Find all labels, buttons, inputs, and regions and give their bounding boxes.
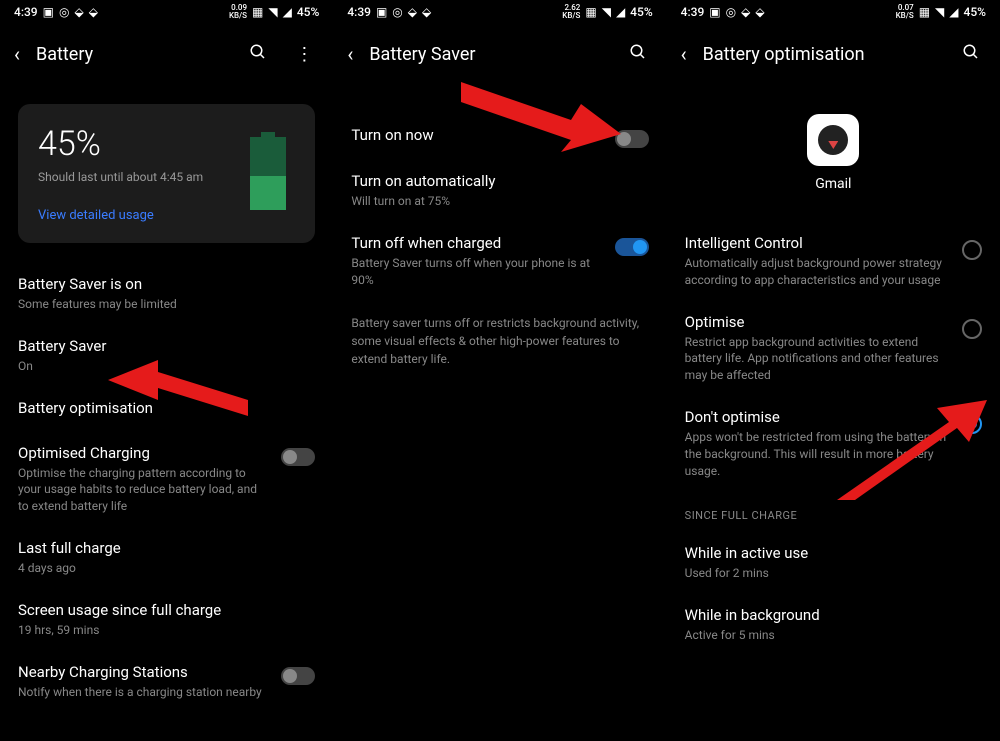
- intelligent-control-option[interactable]: Intelligent Control Automatically adjust…: [685, 222, 982, 301]
- header: ‹ Battery optimisation: [667, 24, 1000, 84]
- turn-on-auto-item[interactable]: Turn on automatically Will turn on at 75…: [351, 160, 648, 222]
- data-speed: 0.09KB/S: [229, 4, 247, 20]
- wifi-icon: ◥: [602, 5, 611, 19]
- instagram-icon: ◎: [59, 5, 69, 19]
- search-icon[interactable]: [243, 43, 273, 66]
- status-app-icon: ▣: [376, 5, 387, 19]
- notif-icon: ⬙: [422, 5, 431, 19]
- signal-icon: ◢: [616, 5, 625, 19]
- back-icon[interactable]: ‹: [347, 42, 353, 66]
- status-bar: 4:39 ▣ ◎ ⬙ ⬙ 2.62KB/S ▦ ◥ ◢ 45%: [333, 0, 666, 24]
- view-detailed-usage-link[interactable]: View detailed usage: [38, 208, 295, 223]
- screen-battery-optimisation: 4:39 ▣ ◎ ⬙ ⬙ 0.07KB/S ▦ ◥ ◢ 45% ‹ Batter…: [667, 0, 1000, 741]
- status-app-icon: ▣: [43, 5, 54, 19]
- notif-icon: ⬙: [741, 5, 750, 19]
- page-title: Battery: [36, 44, 227, 65]
- instagram-icon: ◎: [392, 5, 402, 19]
- notif-icon: ⬙: [89, 5, 98, 19]
- optimise-radio[interactable]: [962, 319, 982, 339]
- screen-battery-saver: 4:39 ▣ ◎ ⬙ ⬙ 2.62KB/S ▦ ◥ ◢ 45% ‹ Batter…: [333, 0, 666, 741]
- app-header: Gmail: [667, 84, 1000, 222]
- search-icon[interactable]: [956, 43, 986, 66]
- data-speed: 2.62KB/S: [562, 4, 580, 20]
- battery-saver-description: Battery saver turns off or restricts bac…: [351, 300, 648, 382]
- status-time: 4:39: [14, 5, 38, 19]
- battery-saver-status: Battery Saver is on Some features may be…: [18, 263, 315, 325]
- battery-summary-card[interactable]: 45% Should last until about 4:45 am View…: [18, 104, 315, 243]
- wifi-icon: ◥: [268, 5, 277, 19]
- turn-off-charged-item[interactable]: Turn off when charged Battery Saver turn…: [351, 222, 648, 301]
- back-icon[interactable]: ‹: [681, 42, 687, 66]
- back-icon[interactable]: ‹: [14, 42, 20, 66]
- gmail-icon: [807, 114, 859, 166]
- nearby-charging-item[interactable]: Nearby Charging Stations Notify when the…: [18, 651, 315, 713]
- optimise-option[interactable]: Optimise Restrict app background activit…: [685, 301, 982, 396]
- header: ‹ Battery Saver: [333, 24, 666, 84]
- page-title: Battery optimisation: [703, 44, 940, 65]
- annotation-arrow-2: [461, 82, 621, 152]
- signal-icon: ◢: [283, 5, 292, 19]
- page-title: Battery Saver: [369, 44, 606, 65]
- menu-icon[interactable]: ⋮: [289, 44, 319, 65]
- vowifi-icon: ▦: [252, 5, 263, 19]
- instagram-icon: ◎: [726, 5, 736, 19]
- intelligent-control-radio[interactable]: [962, 240, 982, 260]
- nearby-charging-toggle[interactable]: [281, 667, 315, 685]
- app-name: Gmail: [815, 176, 851, 192]
- background-use-item: While in background Active for 5 mins: [685, 594, 982, 656]
- status-time: 4:39: [681, 5, 705, 19]
- status-battery: 45%: [297, 5, 319, 19]
- notif-icon: ⬙: [74, 5, 83, 19]
- header: ‹ Battery ⋮: [0, 24, 333, 84]
- signal-icon: ◢: [949, 5, 958, 19]
- vowifi-icon: ▦: [585, 5, 596, 19]
- data-speed: 0.07KB/S: [896, 4, 914, 20]
- annotation-arrow-3: [837, 400, 987, 500]
- optimised-charging-toggle[interactable]: [281, 448, 315, 466]
- turn-off-charged-toggle[interactable]: [615, 238, 649, 256]
- status-battery: 45%: [630, 5, 652, 19]
- status-battery: 45%: [964, 5, 986, 19]
- last-full-charge-item: Last full charge 4 days ago: [18, 527, 315, 589]
- status-app-icon: ▣: [709, 5, 720, 19]
- notif-icon: ⬙: [408, 5, 417, 19]
- notif-icon: ⬙: [755, 5, 764, 19]
- battery-icon: [247, 132, 289, 210]
- screen-usage-item: Screen usage since full charge 19 hrs, 5…: [18, 589, 315, 651]
- status-time: 4:39: [347, 5, 371, 19]
- active-use-item: While in active use Used for 2 mins: [685, 532, 982, 594]
- status-bar: 4:39 ▣ ◎ ⬙ ⬙ 0.07KB/S ▦ ◥ ◢ 45%: [667, 0, 1000, 24]
- wifi-icon: ◥: [935, 5, 944, 19]
- annotation-arrow-1: [108, 360, 248, 428]
- screen-battery: 4:39 ▣ ◎ ⬙ ⬙ 0.09KB/S ▦ ◥ ◢ 45% ‹ Batter…: [0, 0, 333, 741]
- status-bar: 4:39 ▣ ◎ ⬙ ⬙ 0.09KB/S ▦ ◥ ◢ 45%: [0, 0, 333, 24]
- vowifi-icon: ▦: [919, 5, 930, 19]
- optimised-charging-item[interactable]: Optimised Charging Optimise the charging…: [18, 432, 315, 527]
- search-icon[interactable]: [623, 43, 653, 66]
